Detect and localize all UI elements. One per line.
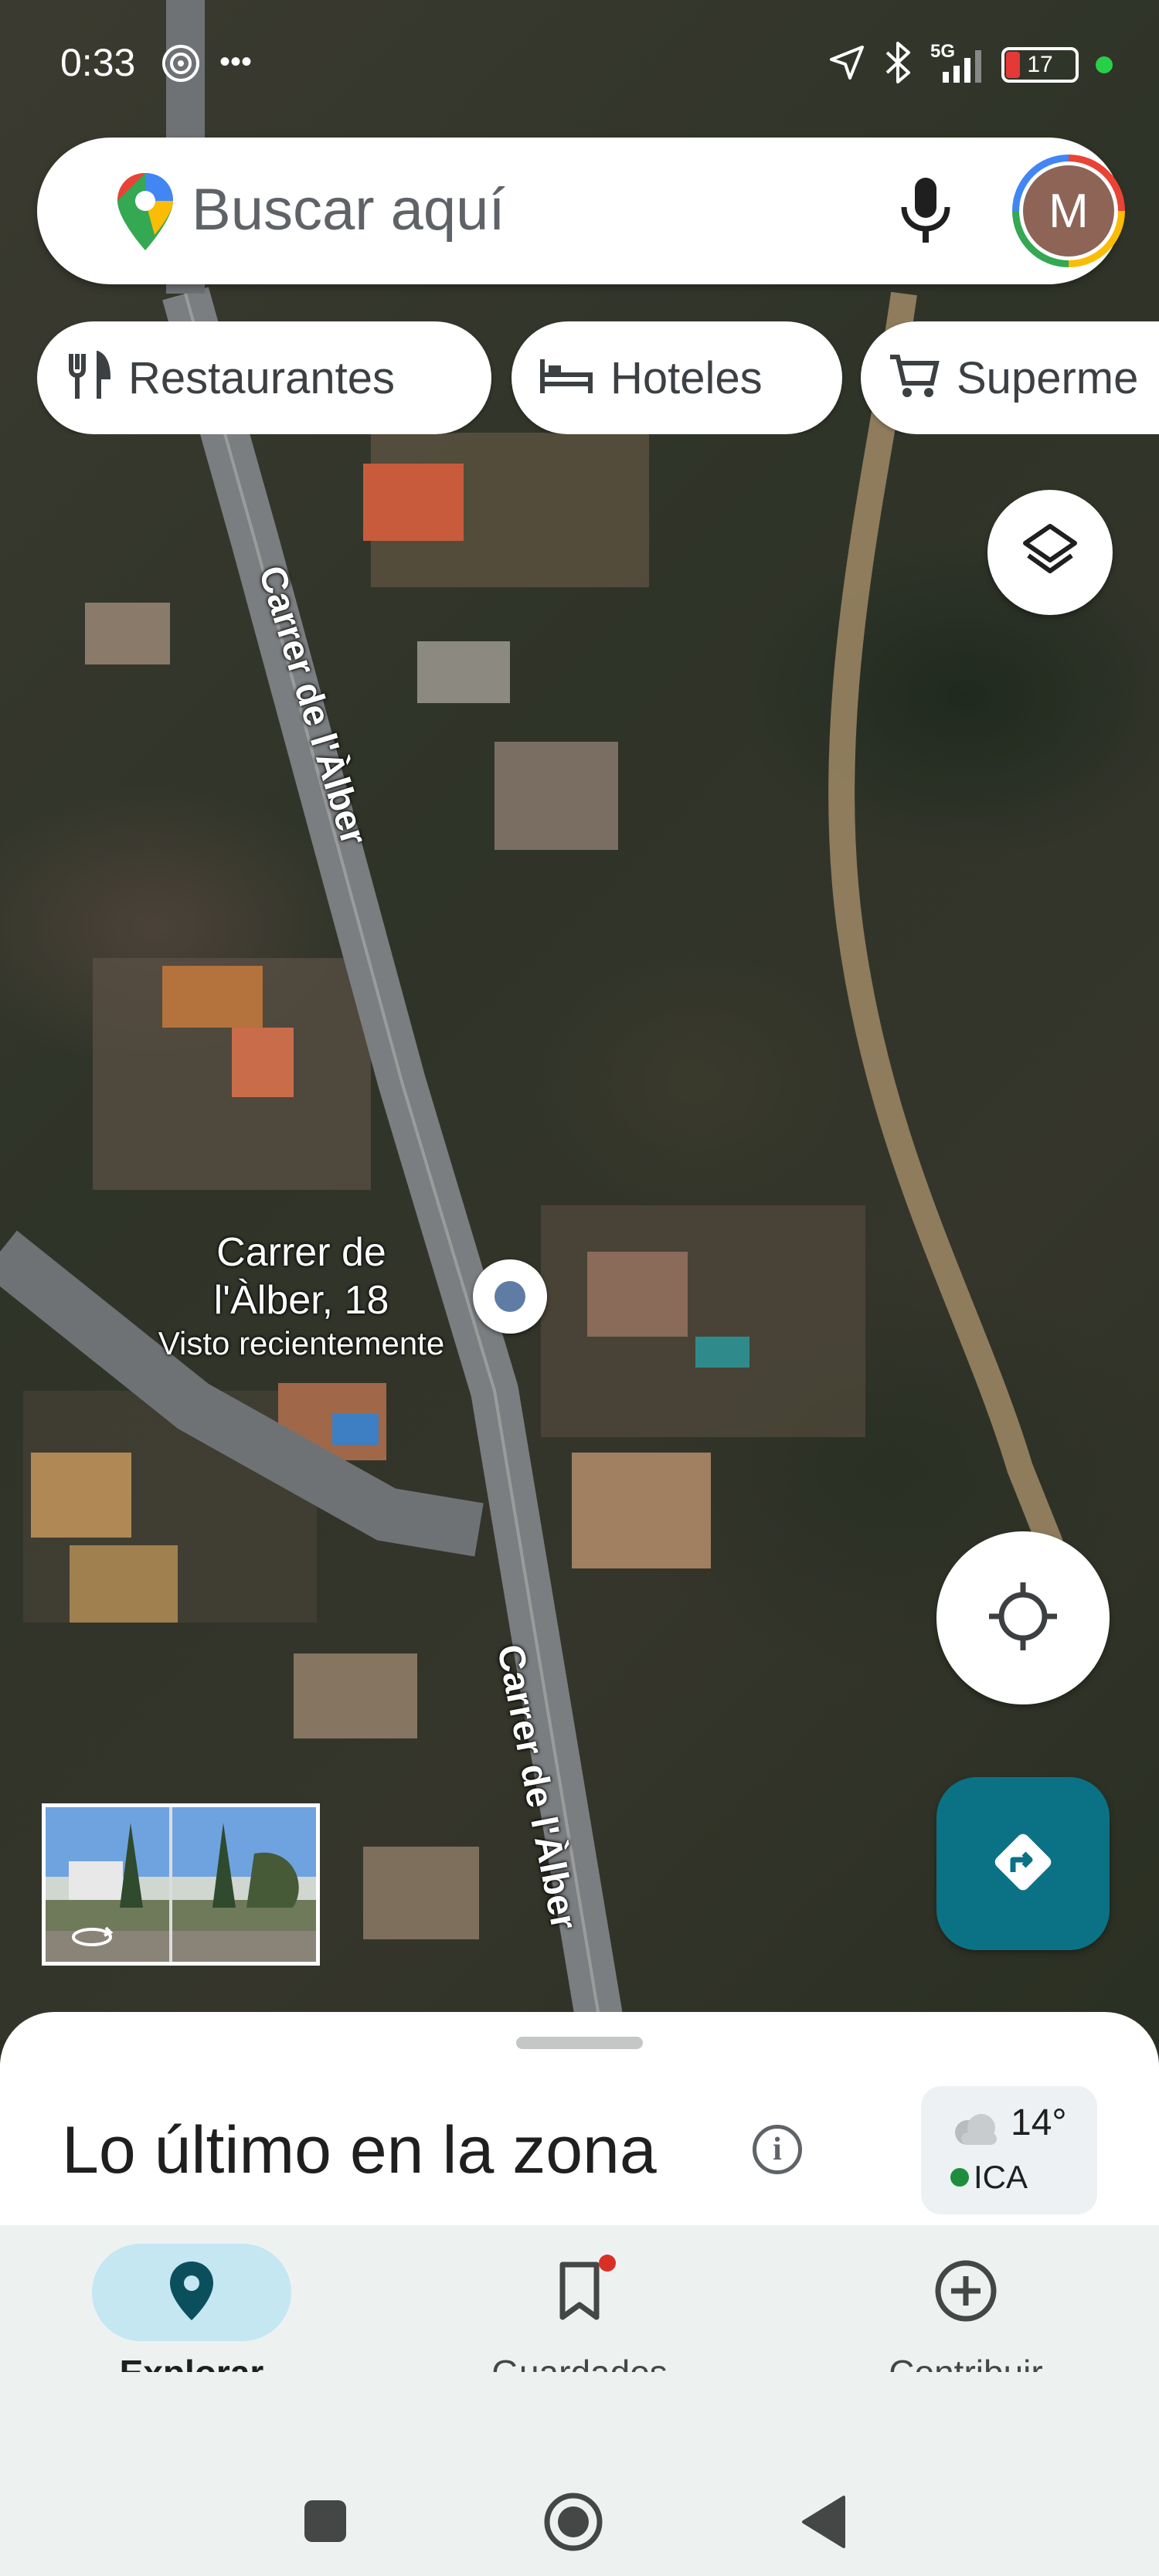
search-input[interactable]: Buscar aquí [192,176,505,243]
info-icon[interactable]: i [753,2125,802,2174]
weather-chip[interactable]: 14° ICA [921,2086,1097,2214]
status-bar: 0:33 ••• 5G 17 [0,0,1159,131]
tab-saved[interactable]: Guardados [456,2244,703,2394]
bottom-sheet[interactable]: Lo último en la zona i 14° ICA [0,2012,1159,2228]
air-quality-dot [950,2168,969,2187]
recent-place-pin-icon[interactable] [473,1259,547,1334]
back-button[interactable] [800,2494,847,2554]
avatar-letter: M [1023,165,1114,257]
location-pin-icon [167,2258,216,2327]
shopping-cart-icon [889,352,940,404]
recent-apps-button[interactable] [303,2499,348,2547]
search-bar[interactable]: Buscar aquí M [37,138,1125,284]
bluetooth-icon [882,42,913,87]
fork-knife-icon [65,349,111,406]
street-view-thumbnail[interactable] [42,1803,320,1966]
battery-level: 17 [1027,51,1053,77]
directions-icon [988,1827,1058,1901]
chip-restaurants[interactable]: Restaurantes [37,321,491,434]
account-avatar[interactable]: M [1012,155,1125,267]
bookmark-icon [556,2260,603,2326]
tab-explore[interactable]: Explorar [68,2244,315,2394]
add-circle-icon [933,2258,999,2328]
my-location-button[interactable] [936,1531,1110,1704]
chip-label: Restaurantes [128,352,395,403]
place-title-line1: Carrer de [216,1230,386,1275]
location-arrow-icon [828,44,865,85]
signal-icon: 5G [930,41,984,86]
clock: 0:33 [60,41,136,84]
battery-icon: 17 [1001,46,1079,83]
weather-temperature: 14° [1011,2102,1067,2143]
google-maps-logo-icon [114,170,176,259]
rotate-360-icon [69,1923,115,1955]
chip-supermarkets[interactable]: Superme [861,321,1159,434]
place-title-line2: l'Àlber, 18 [213,1278,389,1323]
home-button[interactable] [542,2491,604,2557]
place-subtitle: Visto recientemente [158,1325,445,1361]
chip-label: Hoteles [610,352,763,403]
air-quality-label: ICA [974,2159,1028,2195]
privacy-indicator-icon [1096,56,1113,73]
crosshair-icon [987,1581,1059,1656]
notification-dot [599,2255,616,2272]
bottom-navigation: Explorar Guardados Contribuir [0,2225,1159,2393]
microphone-icon[interactable] [895,173,957,254]
hotspot-icon [161,43,201,87]
bed-icon [539,356,593,400]
chip-label: Superme [957,352,1139,403]
system-navigation-bar [0,2372,1159,2576]
sheet-title: Lo último en la zona [62,2113,657,2187]
layers-button[interactable] [987,490,1113,615]
drag-handle[interactable] [516,2037,643,2049]
tab-contribute[interactable]: Contribuir [842,2244,1089,2394]
directions-button[interactable] [936,1777,1110,1950]
more-icon: ••• [219,45,253,79]
layers-icon [1021,522,1079,584]
cloud-icon [950,2112,1001,2150]
place-label[interactable]: Carrer de l'Àlber, 18 Visto recientement… [124,1229,479,1363]
satellite-map[interactable]: Carrer de l'Àlber Carrer de l'Àlber Carr… [0,0,1159,2040]
chip-hotels[interactable]: Hoteles [512,321,842,434]
category-chips: Restaurantes Hoteles Superme [37,321,1159,434]
